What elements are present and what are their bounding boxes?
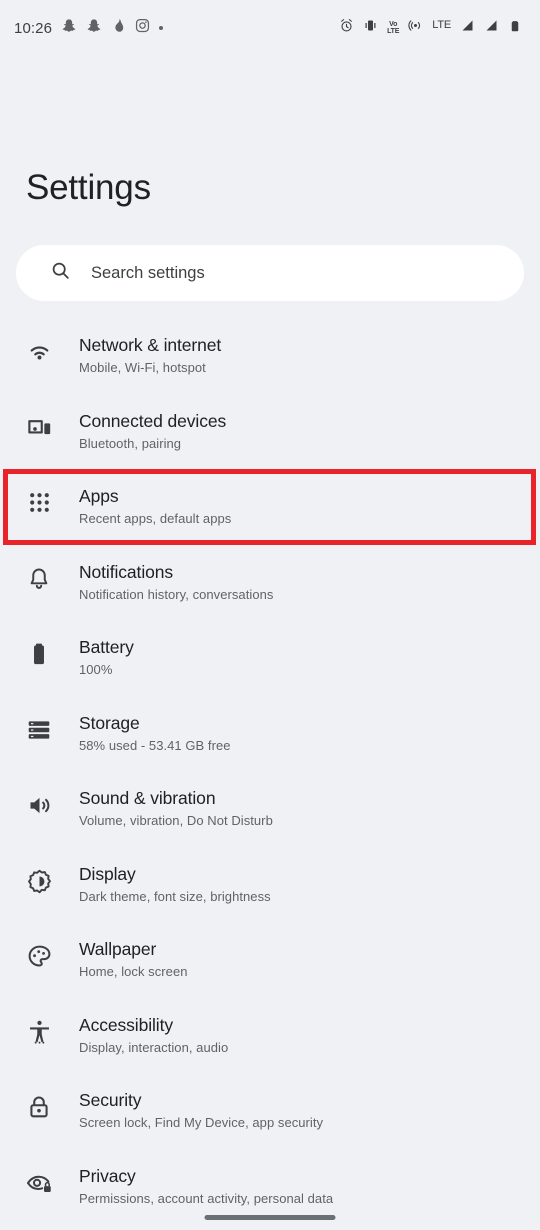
- volume-icon: [22, 792, 56, 819]
- battery-icon: [508, 19, 522, 38]
- home-gesture-bar[interactable]: [204, 1215, 336, 1220]
- settings-row-subtitle: Display, interaction, audio: [79, 1039, 229, 1055]
- flame-icon: [111, 18, 126, 38]
- volte-icon: Vo LTE: [387, 21, 400, 35]
- settings-row-text: Accessibility Display, interaction, audi…: [79, 1000, 228, 1055]
- hotspot-icon: [408, 18, 423, 38]
- search-settings-bar[interactable]: Search settings: [16, 245, 524, 301]
- battery-icon: [22, 641, 56, 667]
- settings-row-title: Security: [79, 1090, 142, 1110]
- settings-row-storage[interactable]: Storage 58% used - 53.41 GB free: [0, 698, 540, 774]
- wifi-icon: [22, 339, 56, 366]
- brightness-icon: [22, 868, 56, 895]
- search-icon: [50, 260, 71, 286]
- snapchat-icon: [61, 18, 77, 39]
- settings-row-subtitle: Mobile, Wi-Fi, hotspot: [79, 360, 206, 375]
- lte-icon: LTE: [432, 19, 451, 31]
- settings-row-title: Privacy: [79, 1165, 136, 1186]
- settings-row-title: Apps: [79, 486, 119, 506]
- settings-row-subtitle: Recent apps, default apps: [79, 511, 232, 526]
- settings-row-subtitle: Notification history, conversations: [79, 586, 274, 602]
- settings-row-text: Display Dark theme, font size, brightnes…: [79, 849, 271, 904]
- eye-lock-icon: [22, 1170, 56, 1197]
- settings-row-subtitle: Volume, vibration, Do Not Disturb: [79, 813, 273, 828]
- settings-row-accessibility[interactable]: Accessibility Display, interaction, audi…: [0, 1000, 540, 1076]
- settings-row-subtitle: 100%: [79, 662, 113, 677]
- vibrate-icon: [363, 18, 378, 38]
- settings-row-title: Wallpaper: [79, 939, 157, 959]
- signal-icon: [484, 18, 499, 38]
- settings-row-notifications[interactable]: Notifications Notification history, conv…: [0, 547, 540, 623]
- instagram-icon: [135, 18, 150, 38]
- settings-row-subtitle: Dark theme, font size, brightness: [79, 888, 271, 904]
- settings-row-title: Network & internet: [79, 335, 222, 355]
- page-title: Settings: [26, 168, 151, 207]
- status-bar-clock: 10:26: [14, 19, 53, 37]
- connected-devices-icon: [22, 415, 56, 442]
- more-dot-icon: [159, 26, 164, 30]
- settings-row-text: Security Screen lock, Find My Device, ap…: [79, 1075, 323, 1130]
- status-bar-right: Vo LTE LTE: [339, 18, 522, 38]
- settings-list: Network & internet Mobile, Wi-Fi, hotspo…: [0, 320, 540, 1226]
- settings-row-text: Privacy Permissions, account activity, p…: [79, 1151, 333, 1206]
- settings-row-subtitle: Screen lock, Find My Device, app securit…: [79, 1115, 324, 1130]
- settings-row-text: Wallpaper Home, lock screen: [79, 924, 188, 979]
- snapchat-icon: [86, 18, 102, 39]
- settings-row-subtitle: Bluetooth, pairing: [79, 435, 182, 451]
- settings-row-text: Sound & vibration Volume, vibration, Do …: [79, 773, 273, 828]
- settings-screen: 10:26 Vo LTE LTE Settings Search setting…: [0, 0, 540, 1230]
- bell-icon: [22, 566, 56, 592]
- status-bar-left: 10:26: [14, 18, 164, 39]
- settings-row-network-internet[interactable]: Network & internet Mobile, Wi-Fi, hotspo…: [0, 320, 540, 396]
- settings-row-text: Apps Recent apps, default apps: [79, 471, 231, 526]
- settings-row-text: Storage 58% used - 53.41 GB free: [79, 698, 231, 753]
- accessibility-icon: [22, 1019, 56, 1046]
- settings-row-apps[interactable]: Apps Recent apps, default apps: [0, 471, 540, 547]
- settings-row-sound-vibration[interactable]: Sound & vibration Volume, vibration, Do …: [0, 773, 540, 849]
- settings-row-text: Connected devices Bluetooth, pairing: [79, 396, 226, 451]
- settings-row-title: Sound & vibration: [79, 788, 216, 808]
- palette-icon: [22, 943, 56, 970]
- settings-row-title: Accessibility: [79, 1014, 174, 1035]
- settings-row-connected-devices[interactable]: Connected devices Bluetooth, pairing: [0, 396, 540, 472]
- settings-row-title: Connected devices: [79, 410, 227, 431]
- apps-grid-icon: [22, 490, 56, 515]
- settings-row-subtitle: 58% used - 53.41 GB free: [79, 737, 231, 753]
- settings-row-title: Notifications: [79, 561, 174, 582]
- settings-row-title: Display: [79, 863, 136, 884]
- settings-row-title: Battery: [79, 637, 134, 657]
- settings-row-subtitle: Permissions, account activity, personal …: [79, 1190, 334, 1206]
- lock-icon: [22, 1094, 56, 1120]
- settings-row-title: Storage: [79, 712, 140, 733]
- settings-row-text: Battery 100%: [79, 622, 134, 677]
- alarm-icon: [339, 18, 354, 38]
- settings-row-text: Notifications Notification history, conv…: [79, 547, 273, 602]
- storage-icon: [22, 717, 56, 743]
- status-bar: 10:26 Vo LTE LTE: [0, 0, 540, 56]
- signal-icon: [460, 18, 475, 38]
- search-input[interactable]: Search settings: [91, 264, 205, 283]
- settings-row-wallpaper[interactable]: Wallpaper Home, lock screen: [0, 924, 540, 1000]
- settings-row-display[interactable]: Display Dark theme, font size, brightnes…: [0, 849, 540, 925]
- settings-row-subtitle: Home, lock screen: [79, 964, 188, 979]
- settings-row-battery[interactable]: Battery 100%: [0, 622, 540, 698]
- settings-row-text: Network & internet Mobile, Wi-Fi, hotspo…: [79, 320, 221, 375]
- settings-row-security[interactable]: Security Screen lock, Find My Device, ap…: [0, 1075, 540, 1151]
